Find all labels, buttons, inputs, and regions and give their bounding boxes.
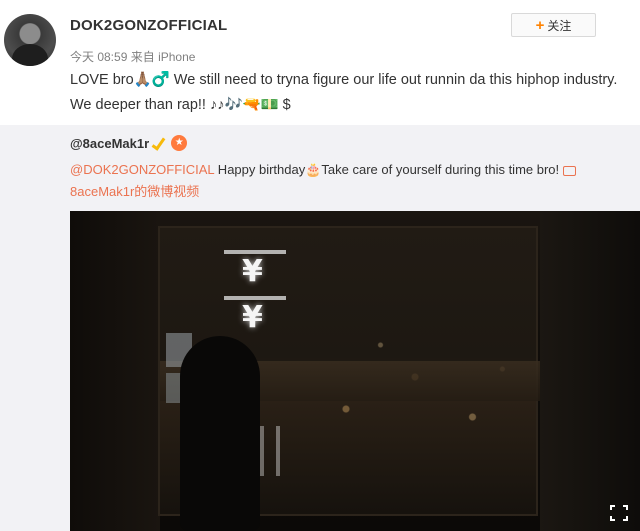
video-wall-right <box>540 211 640 531</box>
follow-label: 关注 <box>547 18 572 33</box>
weibo-post: DOK2GONZOFFICIAL 今天 08:59 来自 iPhone + 关注… <box>0 0 640 531</box>
video-source-link[interactable]: 8aceMak1r的微博视频 <box>70 184 199 199</box>
video-logo-glyph: ¥ <box>242 300 263 335</box>
video-logo-glyph: ¥ <box>242 254 263 289</box>
video-player[interactable]: ¥ ¥ <box>70 211 640 531</box>
avatar[interactable] <box>4 14 56 66</box>
post-username[interactable]: DOK2GONZOFFICIAL <box>70 17 227 34</box>
repost-author-name[interactable]: @8aceMak1r <box>70 136 149 151</box>
video-person-silhouette <box>180 336 260 531</box>
repost-author: @8aceMak1r ★ <box>70 135 188 151</box>
repost-card: @8aceMak1r ★ @DOK2GONZOFFICIAL Happy bir… <box>0 125 640 531</box>
video-wall-left <box>70 211 160 531</box>
video-icon[interactable] <box>563 165 577 176</box>
post-device[interactable]: iPhone <box>158 50 195 64</box>
video-logo-reflection: ¥ ¥ <box>220 246 290 336</box>
plus-icon: + <box>535 16 545 34</box>
post-meta: 今天 08:59 来自 iPhone <box>70 48 195 65</box>
avatar-figure <box>12 44 48 66</box>
video-bottles <box>250 426 310 476</box>
repost-text: @DOK2GONZOFFICIAL Happy birthday🎂Take ca… <box>70 159 630 203</box>
fan-badge-icon[interactable]: ★ <box>171 135 188 151</box>
post-text: LOVE bro🙏🏽♂️ We still need to tryna figu… <box>70 72 618 113</box>
post-time[interactable]: 今天 08:59 <box>70 50 127 64</box>
repost-mention-link[interactable]: @DOK2GONZOFFICIAL <box>70 162 214 177</box>
repost-message: Happy birthday🎂Take care of yourself dur… <box>214 162 560 177</box>
follow-button[interactable]: + 关注 <box>511 13 596 37</box>
fullscreen-icon[interactable] <box>610 505 628 521</box>
verified-v-icon[interactable] <box>153 136 167 150</box>
post-via: 来自 <box>130 50 155 64</box>
